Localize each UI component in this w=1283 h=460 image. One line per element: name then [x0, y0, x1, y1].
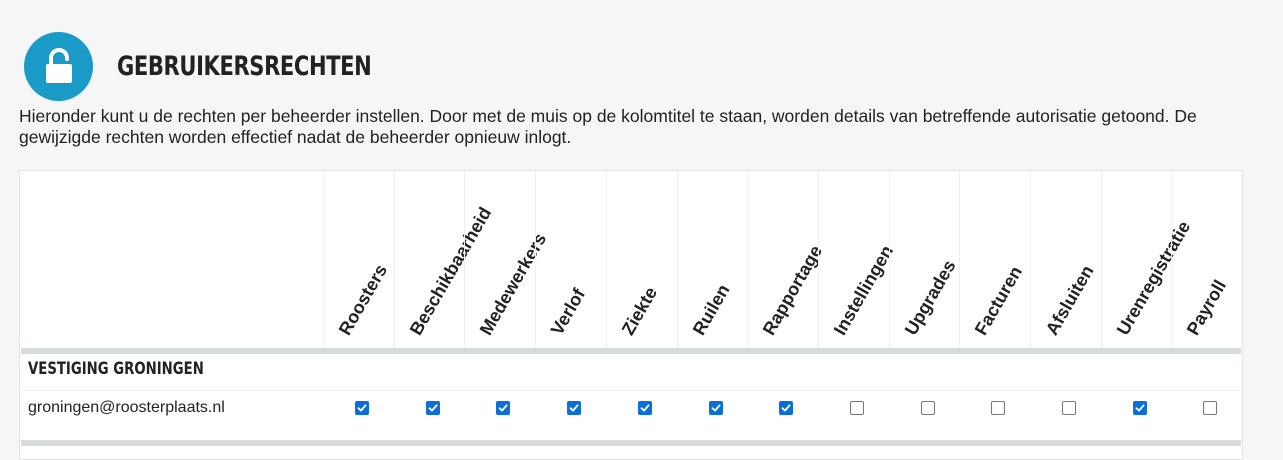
check-icon — [640, 404, 650, 412]
checkbox-afsluiten[interactable] — [1062, 401, 1076, 415]
column-header-afsluiten[interactable]: Afsluiten — [1042, 262, 1099, 339]
header-separator — [21, 348, 1241, 354]
checkbox-beschikbaarheid[interactable] — [425, 401, 440, 415]
checkbox-ziekte[interactable] — [637, 401, 652, 415]
row-divider — [21, 390, 1241, 391]
check-icon — [498, 404, 508, 412]
checkbox-upgrades[interactable] — [920, 401, 935, 415]
column-divider — [817, 171, 819, 349]
column-divider — [1171, 171, 1173, 349]
checkbox-urenregistratie[interactable] — [1132, 401, 1147, 415]
user-email: groningen@roosterplaats.nl — [28, 399, 225, 416]
column-divider — [535, 171, 537, 349]
column-divider — [605, 171, 607, 349]
column-divider — [1030, 171, 1031, 349]
check-icon — [711, 404, 720, 412]
column-header-ruilen[interactable]: Ruilen — [688, 281, 734, 339]
checkbox-payroll[interactable] — [1203, 401, 1218, 415]
column-header-ziekte[interactable]: Ziekte — [618, 283, 662, 339]
checkbox-roosters[interactable] — [355, 401, 369, 415]
checkbox-ruilen[interactable] — [708, 401, 723, 415]
checkbox-verlof[interactable] — [567, 401, 582, 415]
column-header-payroll[interactable]: Payroll — [1183, 277, 1231, 339]
column-header-roosters[interactable]: Roosters — [335, 261, 392, 339]
column-divider — [959, 171, 961, 349]
column-header-urenregistratie[interactable]: Urenregistratie — [1113, 218, 1195, 339]
column-divider — [393, 171, 395, 349]
checkbox-facturen[interactable] — [991, 401, 1006, 415]
check-icon — [1135, 404, 1145, 412]
column-divider — [1100, 171, 1102, 349]
column-header-verlof[interactable]: Verlof — [547, 285, 590, 339]
page-header: GEBRUIKERSRECHTEN — [24, 31, 443, 101]
check-icon — [569, 404, 579, 412]
intro-text: Hieronder kunt u de rechten per beheerde… — [19, 106, 1197, 147]
unlock-icon — [24, 31, 93, 101]
checkbox-rapportage[interactable] — [779, 401, 794, 415]
column-divider — [464, 171, 466, 349]
page-title: GEBRUIKERSRECHTEN — [117, 50, 372, 82]
column-header-upgrades[interactable]: Upgrades — [900, 257, 960, 339]
column-divider — [676, 171, 678, 349]
column-header-facturen[interactable]: Facturen — [971, 263, 1027, 339]
group-title: VESTIGING GRONINGEN — [28, 359, 204, 379]
checkbox-instellingen[interactable] — [849, 401, 864, 415]
check-icon — [781, 404, 791, 412]
rights-table: Roosters Beschikbaarheid Medewerkers Verlof… — [19, 170, 1243, 460]
check-icon — [428, 404, 438, 412]
checkbox-medewerkers[interactable] — [496, 401, 511, 415]
column-divider — [747, 171, 749, 349]
column-divider — [888, 171, 890, 349]
column-header-medewerkers[interactable]: Medewerkers — [476, 230, 551, 339]
footer-separator — [21, 440, 1241, 446]
check-icon — [357, 404, 367, 412]
column-divider — [323, 171, 324, 349]
